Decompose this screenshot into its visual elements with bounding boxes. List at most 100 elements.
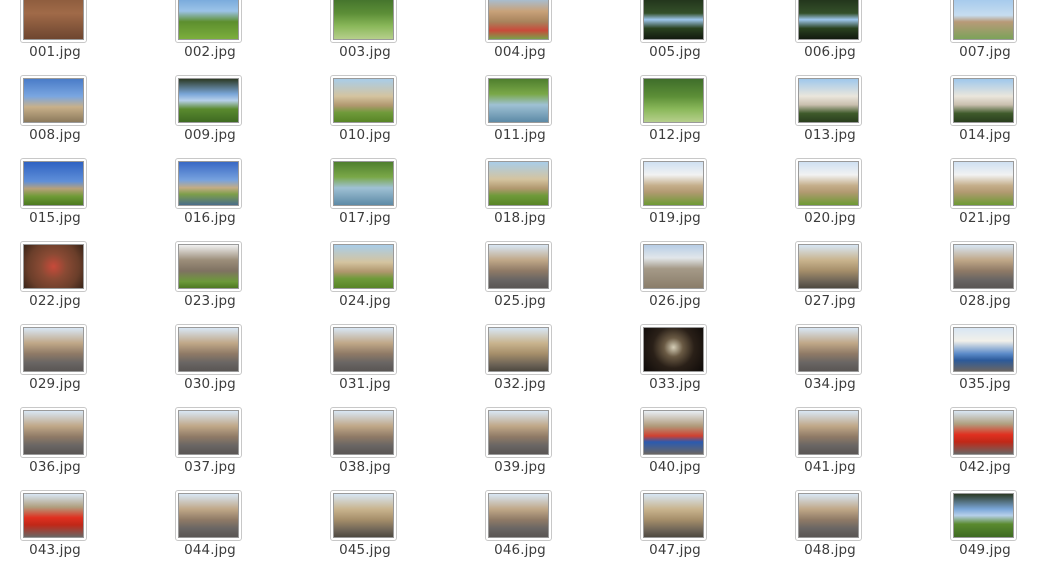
- file-thumbnail[interactable]: [795, 407, 862, 458]
- file-thumbnail[interactable]: [485, 407, 552, 458]
- file-thumbnail[interactable]: [640, 75, 707, 126]
- file-item[interactable]: 023.jpg: [155, 241, 265, 325]
- file-thumbnail[interactable]: [640, 0, 707, 43]
- file-thumbnail[interactable]: [175, 158, 242, 209]
- file-thumbnail[interactable]: [20, 75, 87, 126]
- file-thumbnail[interactable]: [175, 241, 242, 292]
- file-thumbnail[interactable]: [485, 241, 552, 292]
- file-thumbnail[interactable]: [795, 0, 862, 43]
- file-item[interactable]: 003.jpg: [310, 0, 420, 76]
- file-item[interactable]: 033.jpg: [620, 324, 730, 408]
- file-thumbnail[interactable]: [795, 241, 862, 292]
- file-thumbnail[interactable]: [20, 241, 87, 292]
- file-thumbnail[interactable]: [485, 75, 552, 126]
- file-item[interactable]: 040.jpg: [620, 407, 730, 491]
- file-thumbnail[interactable]: [795, 490, 862, 541]
- file-item[interactable]: 030.jpg: [155, 324, 265, 408]
- file-item[interactable]: 048.jpg: [775, 490, 885, 574]
- file-item[interactable]: 017.jpg: [310, 158, 420, 242]
- file-item[interactable]: 010.jpg: [310, 75, 420, 159]
- file-thumbnail[interactable]: [640, 407, 707, 458]
- file-item[interactable]: 044.jpg: [155, 490, 265, 574]
- file-item[interactable]: 022.jpg: [0, 241, 110, 325]
- file-item[interactable]: 039.jpg: [465, 407, 575, 491]
- file-item[interactable]: 049.jpg: [930, 490, 1040, 574]
- file-thumbnail[interactable]: [950, 0, 1017, 43]
- file-thumbnail[interactable]: [330, 75, 397, 126]
- file-item[interactable]: 042.jpg: [930, 407, 1040, 491]
- file-thumbnail[interactable]: [330, 158, 397, 209]
- file-item[interactable]: 018.jpg: [465, 158, 575, 242]
- file-item[interactable]: 015.jpg: [0, 158, 110, 242]
- file-item[interactable]: 024.jpg: [310, 241, 420, 325]
- file-thumbnail[interactable]: [175, 407, 242, 458]
- file-thumbnail[interactable]: [640, 490, 707, 541]
- file-thumbnail[interactable]: [485, 0, 552, 43]
- file-item[interactable]: 041.jpg: [775, 407, 885, 491]
- file-item[interactable]: 035.jpg: [930, 324, 1040, 408]
- file-thumbnail[interactable]: [330, 407, 397, 458]
- file-thumbnail[interactable]: [485, 158, 552, 209]
- thumbnail-image: [798, 78, 859, 123]
- file-item[interactable]: 016.jpg: [155, 158, 265, 242]
- file-item[interactable]: 013.jpg: [775, 75, 885, 159]
- file-item[interactable]: 032.jpg: [465, 324, 575, 408]
- file-thumbnail[interactable]: [330, 0, 397, 43]
- file-thumbnail[interactable]: [175, 75, 242, 126]
- file-thumbnail[interactable]: [20, 158, 87, 209]
- file-item[interactable]: 027.jpg: [775, 241, 885, 325]
- file-item[interactable]: 031.jpg: [310, 324, 420, 408]
- file-item[interactable]: 046.jpg: [465, 490, 575, 574]
- file-thumbnail[interactable]: [640, 241, 707, 292]
- file-thumbnail[interactable]: [175, 490, 242, 541]
- file-thumbnail[interactable]: [795, 158, 862, 209]
- file-thumbnail[interactable]: [175, 0, 242, 43]
- file-thumbnail[interactable]: [20, 407, 87, 458]
- file-thumbnail[interactable]: [330, 490, 397, 541]
- file-item[interactable]: 002.jpg: [155, 0, 265, 76]
- file-thumbnail[interactable]: [330, 324, 397, 375]
- file-thumbnail[interactable]: [950, 158, 1017, 209]
- file-item[interactable]: 007.jpg: [930, 0, 1040, 76]
- file-item[interactable]: 011.jpg: [465, 75, 575, 159]
- file-item[interactable]: 029.jpg: [0, 324, 110, 408]
- file-thumbnail[interactable]: [950, 241, 1017, 292]
- file-thumbnail[interactable]: [640, 324, 707, 375]
- file-item[interactable]: 045.jpg: [310, 490, 420, 574]
- file-thumbnail[interactable]: [950, 324, 1017, 375]
- file-thumbnail[interactable]: [20, 490, 87, 541]
- file-thumbnail[interactable]: [20, 324, 87, 375]
- file-item[interactable]: 028.jpg: [930, 241, 1040, 325]
- file-thumbnail[interactable]: [640, 158, 707, 209]
- file-item[interactable]: 014.jpg: [930, 75, 1040, 159]
- file-item[interactable]: 004.jpg: [465, 0, 575, 76]
- file-thumbnail[interactable]: [950, 75, 1017, 126]
- file-item[interactable]: 005.jpg: [620, 0, 730, 76]
- file-thumbnail[interactable]: [795, 324, 862, 375]
- file-thumbnail[interactable]: [485, 324, 552, 375]
- file-thumbnail[interactable]: [795, 75, 862, 126]
- file-item[interactable]: 012.jpg: [620, 75, 730, 159]
- file-thumbnail[interactable]: [950, 407, 1017, 458]
- file-item[interactable]: 037.jpg: [155, 407, 265, 491]
- file-thumbnail[interactable]: [485, 490, 552, 541]
- file-thumbnail[interactable]: [175, 324, 242, 375]
- file-item[interactable]: 025.jpg: [465, 241, 575, 325]
- file-item[interactable]: 036.jpg: [0, 407, 110, 491]
- file-item[interactable]: 008.jpg: [0, 75, 110, 159]
- file-item[interactable]: 009.jpg: [155, 75, 265, 159]
- file-item[interactable]: 006.jpg: [775, 0, 885, 76]
- file-item[interactable]: 038.jpg: [310, 407, 420, 491]
- file-item[interactable]: 020.jpg: [775, 158, 885, 242]
- file-thumbnail[interactable]: [950, 490, 1017, 541]
- file-item[interactable]: 026.jpg: [620, 241, 730, 325]
- thumbnail-image: [953, 161, 1014, 206]
- file-thumbnail[interactable]: [20, 0, 87, 43]
- file-thumbnail[interactable]: [330, 241, 397, 292]
- file-item[interactable]: 019.jpg: [620, 158, 730, 242]
- file-item[interactable]: 047.jpg: [620, 490, 730, 574]
- file-item[interactable]: 043.jpg: [0, 490, 110, 574]
- file-item[interactable]: 034.jpg: [775, 324, 885, 408]
- file-item[interactable]: 001.jpg: [0, 0, 110, 76]
- file-item[interactable]: 021.jpg: [930, 158, 1040, 242]
